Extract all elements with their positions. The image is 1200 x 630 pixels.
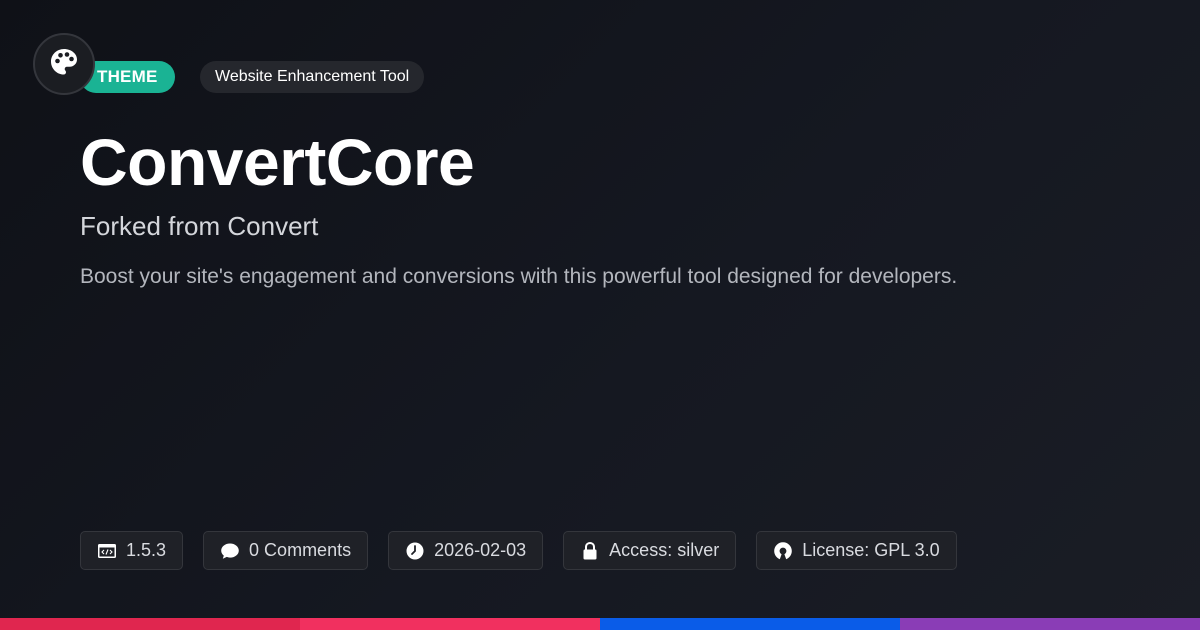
access-text: Access: silver (609, 540, 720, 560)
code-window-icon (97, 541, 117, 561)
color-bar-segment (900, 618, 1200, 630)
clock-icon (405, 541, 425, 561)
description: Boost your site's engagement and convers… (80, 265, 958, 288)
page-title: ConvertCore (80, 125, 475, 199)
version-text: 1.5.3 (126, 540, 167, 560)
comment-icon (220, 541, 240, 561)
meta-row: 1.5.3 0 Comments 2026-02-03 Access: silv… (80, 531, 957, 570)
license-text: License: GPL 3.0 (802, 540, 940, 560)
subtitle: Forked from Convert (80, 211, 319, 241)
date-pill: 2026-02-03 (388, 531, 544, 570)
color-bar-segment (0, 618, 300, 630)
logo (33, 33, 95, 95)
color-bar (0, 618, 1200, 630)
palette-icon (49, 47, 79, 82)
category-badge: Website Enhancement Tool (200, 61, 425, 93)
version-pill: 1.5.3 (80, 531, 184, 570)
color-bar-segment (600, 618, 900, 630)
comments-text: 0 Comments (249, 540, 352, 560)
lock-icon (580, 541, 600, 561)
license-pill: License: GPL 3.0 (756, 531, 957, 570)
open-source-icon (773, 541, 793, 561)
comments-pill: 0 Comments (203, 531, 369, 570)
access-pill: Access: silver (563, 531, 737, 570)
color-bar-segment (300, 618, 600, 630)
date-text: 2026-02-03 (434, 540, 527, 560)
